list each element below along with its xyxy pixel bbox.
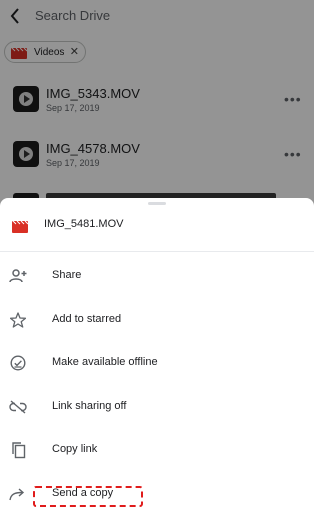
- sheet-header: IMG_5481.MOV: [0, 206, 314, 252]
- add-person-icon: [9, 267, 27, 285]
- menu-item-link-sharing-off[interactable]: Link sharing off: [0, 386, 314, 428]
- video-file-icon: [12, 219, 29, 233]
- menu-item-add-to-starred[interactable]: Add to starred: [0, 299, 314, 341]
- menu-item-copy-link[interactable]: Copy link: [0, 429, 314, 471]
- star-outline-icon: [9, 311, 27, 329]
- menu-item-make-available-offline[interactable]: Make available offline: [0, 342, 314, 384]
- menu-item-label: Share: [52, 269, 82, 281]
- send-arrow-icon: [9, 485, 27, 503]
- offline-check-icon: [9, 354, 27, 372]
- menu-item-label: Link sharing off: [52, 400, 127, 412]
- menu-item-label: Copy link: [52, 443, 98, 455]
- sheet-title: IMG_5481.MOV: [44, 218, 124, 230]
- highlight-annotation: [33, 486, 143, 507]
- file-actions-sheet: IMG_5481.MOV Share Add to starred Make a…: [0, 198, 314, 515]
- copy-icon: [9, 441, 27, 459]
- menu-item-label: Make available offline: [52, 356, 158, 368]
- link-off-icon: [9, 398, 27, 416]
- drag-handle[interactable]: [148, 202, 166, 205]
- menu-item-share[interactable]: Share: [0, 255, 314, 297]
- menu-item-label: Add to starred: [52, 313, 122, 325]
